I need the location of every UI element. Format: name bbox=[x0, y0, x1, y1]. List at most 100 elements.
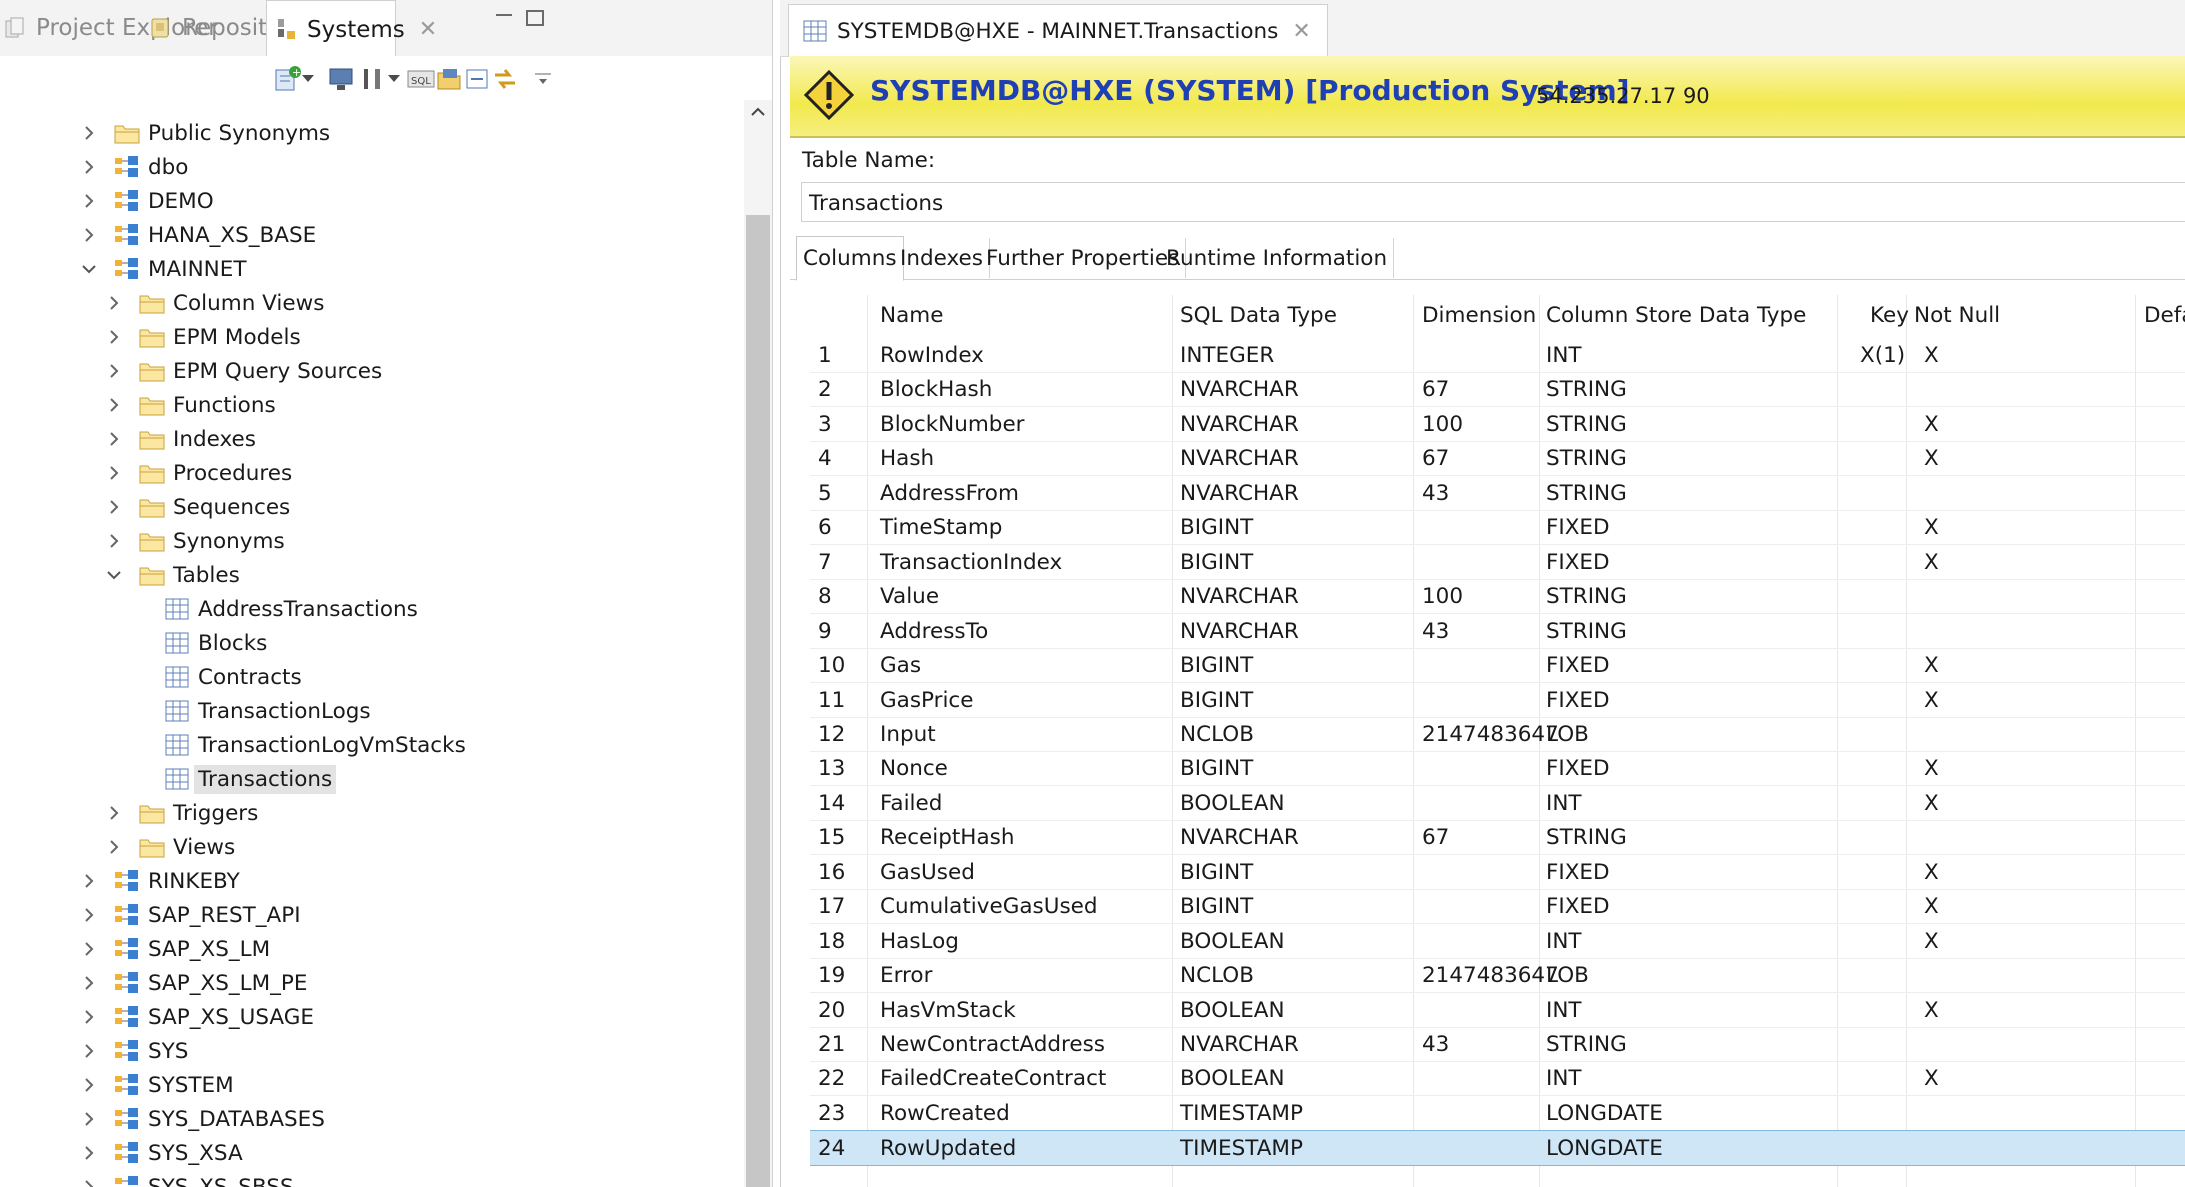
column-header[interactable]: Defa bbox=[2144, 303, 2185, 328]
tree-item-table[interactable]: TransactionLogs bbox=[128, 694, 371, 728]
table-row[interactable]: 18 HasLog BOOLEAN INT X bbox=[810, 924, 2185, 959]
table-row[interactable]: 2 BlockHash NVARCHAR 67 STRING bbox=[810, 372, 2185, 408]
chevron-right-icon[interactable] bbox=[103, 330, 125, 344]
tree-item-folder[interactable]: Procedures bbox=[103, 456, 292, 490]
table-row[interactable]: 21 NewContractAddress NVARCHAR 43 STRING bbox=[810, 1027, 2185, 1062]
chevron-right-icon[interactable] bbox=[103, 534, 125, 548]
chevron-right-icon[interactable] bbox=[103, 364, 125, 378]
tree-item-folder[interactable]: Indexes bbox=[103, 422, 256, 456]
table-row[interactable]: 8 Value NVARCHAR 100 STRING bbox=[810, 579, 2185, 615]
table-row[interactable]: 3 BlockNumber NVARCHAR 100 STRING X bbox=[810, 407, 2185, 442]
tab-runtime-information[interactable]: Runtime Information bbox=[1160, 238, 1395, 278]
tree-item-table[interactable]: Transactions bbox=[128, 762, 337, 796]
minimize-icon[interactable] bbox=[496, 14, 512, 16]
chevron-right-icon[interactable] bbox=[78, 1112, 100, 1126]
tab-transactions-editor[interactable]: SYSTEMDB@HXE - MAINNET.Transactions ✕ bbox=[788, 4, 1328, 57]
chevron-right-icon[interactable] bbox=[78, 194, 100, 208]
table-row[interactable]: 22 FailedCreateContract BOOLEAN INT X bbox=[810, 1061, 2185, 1097]
tree-item-schema[interactable]: SYS_DATABASES bbox=[78, 1102, 325, 1136]
tree-item-folder[interactable]: Column Views bbox=[103, 286, 324, 320]
tree-item-folder[interactable]: EPM Models bbox=[103, 320, 301, 354]
table-row[interactable]: 16 GasUsed BIGINT FIXED X bbox=[810, 855, 2185, 890]
tree-item-schema[interactable]: SAP_XS_USAGE bbox=[78, 1000, 314, 1034]
chevron-right-icon[interactable] bbox=[78, 1044, 100, 1058]
tree-item-schema[interactable]: DEMO bbox=[78, 184, 214, 218]
tree-item-schema[interactable]: MAINNET bbox=[78, 252, 246, 286]
chevron-right-icon[interactable] bbox=[78, 1010, 100, 1024]
tree-item-schema[interactable]: dbo bbox=[78, 150, 188, 184]
table-row[interactable]: 9 AddressTo NVARCHAR 43 STRING bbox=[810, 614, 2185, 649]
table-row[interactable]: 7 TransactionIndex BIGINT FIXED X bbox=[810, 545, 2185, 580]
chevron-right-icon[interactable] bbox=[78, 1146, 100, 1160]
table-row[interactable]: 24 RowUpdated TIMESTAMP LONGDATE bbox=[810, 1130, 2185, 1167]
column-header[interactable]: SQL Data Type bbox=[1180, 303, 1337, 328]
tree-item-folder[interactable]: Views bbox=[103, 830, 235, 864]
chevron-down-icon[interactable] bbox=[103, 570, 125, 580]
chevron-right-icon[interactable] bbox=[78, 1078, 100, 1092]
chevron-right-icon[interactable] bbox=[103, 432, 125, 446]
column-header[interactable]: Key bbox=[1870, 303, 1909, 328]
chevron-right-icon[interactable] bbox=[103, 500, 125, 514]
chevron-right-icon[interactable] bbox=[78, 1180, 100, 1187]
chevron-right-icon[interactable] bbox=[103, 806, 125, 820]
table-name-field[interactable] bbox=[801, 182, 2185, 222]
table-row[interactable]: 6 TimeStamp BIGINT FIXED X bbox=[810, 510, 2185, 546]
table-row[interactable]: 11 GasPrice BIGINT FIXED X bbox=[810, 683, 2185, 718]
chevron-right-icon[interactable] bbox=[78, 228, 100, 242]
table-row[interactable]: 13 Nonce BIGINT FIXED X bbox=[810, 751, 2185, 787]
chevron-right-icon[interactable] bbox=[78, 942, 100, 956]
view-menu-icon[interactable] bbox=[526, 62, 560, 96]
tree-item-schema[interactable]: RINKEBY bbox=[78, 864, 240, 898]
chevron-right-icon[interactable] bbox=[78, 976, 100, 990]
table-row[interactable]: 19 Error NCLOB 2147483647 LOB bbox=[810, 958, 2185, 994]
close-icon[interactable]: ✕ bbox=[419, 17, 437, 42]
monitor-icon[interactable] bbox=[324, 62, 358, 96]
scroll-up-icon[interactable] bbox=[750, 104, 766, 120]
tree-item-table[interactable]: Blocks bbox=[128, 626, 267, 660]
column-header[interactable]: Name bbox=[880, 303, 943, 328]
tree-item-folder[interactable]: EPM Query Sources bbox=[103, 354, 382, 388]
tree-item-schema[interactable]: SYS bbox=[78, 1034, 188, 1068]
dropdown-arrow-icon[interactable] bbox=[384, 62, 404, 96]
tree-item-folder[interactable]: Synonyms bbox=[103, 524, 285, 558]
table-row[interactable]: 1 RowIndex INTEGER INT X(1) X bbox=[810, 338, 2185, 373]
tree-item-folder[interactable]: Triggers bbox=[103, 796, 258, 830]
column-header[interactable]: Column Store Data Type bbox=[1546, 303, 1806, 328]
chevron-right-icon[interactable] bbox=[78, 160, 100, 174]
tab-columns[interactable]: Columns bbox=[796, 236, 904, 281]
tree-item-table[interactable]: TransactionLogVmStacks bbox=[128, 728, 466, 762]
close-icon[interactable]: ✕ bbox=[1292, 19, 1310, 44]
table-row[interactable]: 12 Input NCLOB 2147483647 LOB bbox=[810, 717, 2185, 752]
maximize-icon[interactable] bbox=[526, 10, 544, 26]
tab-indexes[interactable]: Indexes bbox=[894, 238, 990, 278]
column-header[interactable]: Not Null bbox=[1914, 303, 2000, 328]
chevron-down-icon[interactable] bbox=[78, 264, 100, 274]
tree-item-schema[interactable]: SAP_XS_LM bbox=[78, 932, 270, 966]
table-row[interactable]: 23 RowCreated TIMESTAMP LONGDATE bbox=[810, 1096, 2185, 1131]
tab-systems[interactable]: Systems ✕ bbox=[266, 0, 437, 58]
tree-item-folder[interactable]: Public Synonyms bbox=[78, 116, 330, 150]
tree-item-schema[interactable]: SYS_XSA bbox=[78, 1136, 243, 1170]
tree-item-schema[interactable]: SAP_REST_API bbox=[78, 898, 301, 932]
chevron-right-icon[interactable] bbox=[78, 874, 100, 888]
chevron-right-icon[interactable] bbox=[103, 296, 125, 310]
table-row[interactable]: 15 ReceiptHash NVARCHAR 67 STRING bbox=[810, 820, 2185, 856]
tree-item-table[interactable]: Contracts bbox=[128, 660, 302, 694]
chevron-right-icon[interactable] bbox=[78, 908, 100, 922]
chevron-right-icon[interactable] bbox=[103, 840, 125, 854]
chevron-right-icon[interactable] bbox=[103, 398, 125, 412]
tree-item-schema[interactable]: SYS_XS_SBSS bbox=[78, 1170, 294, 1187]
chevron-right-icon[interactable] bbox=[103, 466, 125, 480]
tree-item-schema[interactable]: HANA_XS_BASE bbox=[78, 218, 316, 252]
tab-further-properties[interactable]: Further Properties bbox=[980, 238, 1187, 278]
tree-item-schema[interactable]: SAP_XS_LM_PE bbox=[78, 966, 307, 1000]
chevron-right-icon[interactable] bbox=[78, 126, 100, 140]
table-row[interactable]: 4 Hash NVARCHAR 67 STRING X bbox=[810, 441, 2185, 477]
table-row[interactable]: 5 AddressFrom NVARCHAR 43 STRING bbox=[810, 476, 2185, 511]
tree-item-folder[interactable]: Sequences bbox=[103, 490, 290, 524]
table-row[interactable]: 14 Failed BOOLEAN INT X bbox=[810, 786, 2185, 821]
tree-item-folder[interactable]: Tables bbox=[103, 558, 240, 592]
tree-item-folder[interactable]: Functions bbox=[103, 388, 276, 422]
dropdown-arrow-icon[interactable] bbox=[298, 62, 318, 96]
tree-item-table[interactable]: AddressTransactions bbox=[128, 592, 418, 626]
